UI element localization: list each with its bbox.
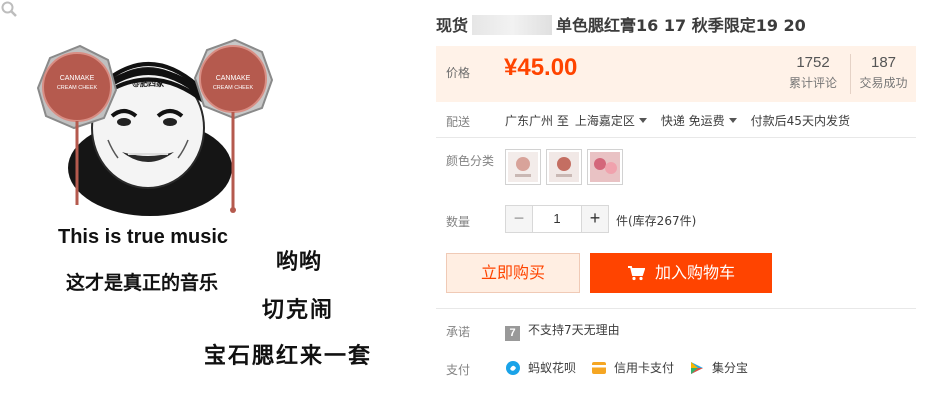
quantity-stepper: − 1 + — [505, 205, 609, 233]
product-title: 现货 单色腮红膏16 17 秋季限定19 20 — [436, 12, 806, 36]
stock-text: 件(库存267件) — [616, 214, 697, 228]
ship-to-dropdown[interactable]: 上海嘉定区 — [575, 114, 655, 128]
compact-label-left: CANMAKE — [60, 75, 95, 82]
jifenbao-icon — [691, 361, 703, 374]
redacted-brand — [472, 15, 553, 35]
meme-caption-english: This is true music — [58, 226, 229, 248]
credit-card-icon — [592, 361, 606, 374]
ship-dispatch: 付款后45天内发货 — [750, 114, 850, 128]
shipping-row: 广东广州 至上海嘉定区 快递 免运费 付款后45天内发货 — [505, 112, 856, 129]
ship-method: 快递 免运费 — [660, 114, 725, 128]
payment-huabei-label: 蚂蚁花呗 — [528, 361, 577, 375]
color-thumb-2 — [549, 152, 579, 182]
huabei-icon — [506, 360, 520, 375]
review-count: 1752 — [796, 54, 830, 71]
meme-shout-1: 哟哟 — [276, 250, 323, 275]
quantity-label: 数量 — [446, 215, 471, 229]
meme-shout-2: 切克闹 — [262, 298, 335, 323]
meme-shout-3: 宝石腮红来一套 — [204, 344, 373, 369]
payment-credit-card-label: 信用卡支付 — [614, 361, 675, 375]
title-suffix: 单色腮红膏16 17 秋季限定19 20 — [556, 16, 806, 35]
cart-icon — [627, 266, 645, 281]
zoom-icon[interactable] — [0, 0, 18, 18]
color-label: 颜色分类 — [446, 154, 495, 168]
payment-jifenbao-label: 集分宝 — [712, 361, 749, 375]
ship-method-dropdown[interactable]: 快递 免运费 — [661, 114, 745, 128]
add-to-cart-button[interactable]: 加入购物车 — [590, 253, 772, 293]
payment-huabei[interactable]: 蚂蚁花呗 — [505, 359, 576, 376]
promise-row: 7 不支持7天无理由 — [505, 321, 620, 341]
product-main-image[interactable]: CANMAKE CREAM CHEEK CANMAKE CREAM CHEEK … — [0, 0, 420, 407]
color-option-3[interactable] — [587, 149, 623, 185]
divider — [436, 308, 916, 309]
add-to-cart-label: 加入购物车 — [654, 263, 735, 282]
trade-stat: 187 交易成功 — [850, 54, 916, 94]
meme-caption-chinese: 这才是真正的音乐 — [66, 272, 219, 294]
compact-sublabel-right: CREAM CHEEK — [213, 85, 254, 91]
divider — [436, 137, 916, 138]
shipping-label: 配送 — [446, 115, 471, 129]
compact-label-right: CANMAKE — [216, 75, 251, 82]
quantity-input[interactable]: 1 — [533, 205, 581, 233]
title-prefix: 现货 — [436, 16, 469, 35]
price-value: ¥45.00 — [504, 54, 578, 81]
chevron-down-icon — [638, 118, 647, 123]
headband-watermark: @肥四家 — [132, 78, 165, 88]
buy-now-button[interactable]: 立即购买 — [446, 253, 580, 293]
promise-label: 承诺 — [446, 325, 471, 339]
promise-text: 不支持7天无理由 — [528, 323, 620, 337]
review-label: 累计评论 — [788, 76, 837, 90]
price-panel: 价格 ¥45.00 1752 累计评论 187 交易成功 — [436, 46, 916, 102]
seven-day-icon: 7 — [505, 326, 520, 341]
trade-count: 187 — [870, 54, 897, 71]
color-thumb-1 — [508, 152, 538, 182]
ship-to: 上海嘉定区 — [574, 114, 635, 128]
payment-jifenbao[interactable]: 集分宝 — [689, 359, 748, 376]
ship-from: 广东广州 至 — [505, 114, 569, 128]
color-thumb-3 — [590, 152, 620, 182]
payment-credit-card[interactable]: 信用卡支付 — [591, 359, 674, 376]
payment-label: 支付 — [446, 363, 471, 377]
chevron-down-icon — [728, 118, 737, 123]
compact-sublabel-left: CREAM CHEEK — [57, 85, 98, 91]
price-label: 价格 — [446, 66, 471, 80]
review-stat[interactable]: 1752 累计评论 — [780, 54, 846, 91]
trade-label: 交易成功 — [859, 76, 908, 90]
quantity-decrease-button[interactable]: − — [505, 205, 533, 233]
quantity-increase-button[interactable]: + — [581, 205, 609, 233]
color-option-1[interactable] — [505, 149, 541, 185]
color-option-2[interactable] — [546, 149, 582, 185]
